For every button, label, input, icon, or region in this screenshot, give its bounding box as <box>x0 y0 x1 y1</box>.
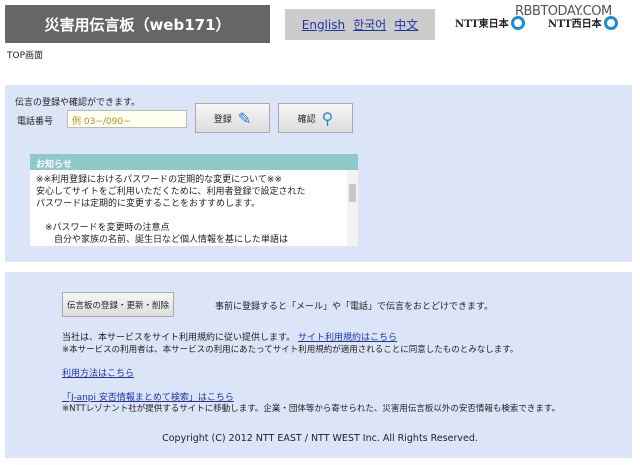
phone-input[interactable]: 例 03~/090~ <box>67 110 187 128</box>
page-title: 災害用伝言板（web171） <box>5 5 270 43</box>
confirm-button[interactable]: 確認 ⚲ <box>278 103 353 133</box>
logo-text: NTT東日本 <box>455 19 509 30</box>
manage-description: 事前に登録すると「メール」や「電話」で伝言をおとどけできます。 <box>215 302 494 312</box>
intro-text: 伝言の登録や確認ができます。 <box>15 98 141 108</box>
watermark: RBBTODAY.COM <box>515 4 612 19</box>
notice-line: ※※利用登録におけるパスワードの定期的な変更について※※ <box>36 175 282 185</box>
register-button[interactable]: 登録 ✎ <box>195 103 270 133</box>
lang-chinese-link[interactable]: 中文 <box>394 16 418 33</box>
usage-link[interactable]: 利用方法はこちら <box>62 366 134 379</box>
notice-box: お知らせ ※※利用登録におけるパスワードの定期的な変更について※※ 安心してサイ… <box>30 154 358 246</box>
manage-board-button[interactable]: 伝言板の登録・更新・削除 <box>62 292 174 317</box>
lang-english-link[interactable]: English <box>302 18 345 32</box>
janpi-note: ※NTTレゾナント社が提供するサイトに移動します。企業・団体等から寄せられた、災… <box>62 404 561 414</box>
terms-link[interactable]: サイト利用規約はこちら <box>298 333 397 343</box>
terms-text: 当社は、本サービスをサイト利用規約に従い提供します。 <box>62 333 296 343</box>
notice-body: ※※利用登録におけるパスワードの定期的な変更について※※ 安心してサイトをご利用… <box>30 170 346 246</box>
notice-line: パスワードは定期的に変更することをおすすめします。 <box>36 199 261 209</box>
copyright: Copyright (C) 2012 NTT EAST / NTT WEST I… <box>162 433 478 444</box>
scrollbar-thumb[interactable] <box>349 184 356 202</box>
magnifier-icon: ⚲ <box>321 108 334 128</box>
notice-line: 自分や家族の名前、誕生日など個人情報を基にした単語は <box>36 235 289 245</box>
notice-title: お知らせ <box>30 154 358 170</box>
lang-korean-link[interactable]: 한국어 <box>353 16 386 33</box>
notice-scrollbar[interactable] <box>347 170 358 246</box>
notice-line: ※パスワードを変更時の注意点 <box>36 223 170 233</box>
pencil-icon: ✎ <box>237 108 252 128</box>
register-label: 登録 <box>213 114 232 125</box>
phone-label: 電話番号 <box>17 117 54 127</box>
terms-note: ※本サービスの利用者は、本サービスの利用にあたってサイト利用規約が適用されること… <box>62 345 519 355</box>
confirm-label: 確認 <box>297 114 316 125</box>
language-switcher: English 한국어 中文 <box>285 9 435 40</box>
notice-line: 安心してサイトをご利用いただくために、利用者登録で設定された <box>36 187 306 197</box>
terms-line: 当社は、本サービスをサイト利用規約に従い提供します。 サイト利用規約はこちら <box>62 330 397 343</box>
breadcrumb: TOP画面 <box>7 51 44 61</box>
